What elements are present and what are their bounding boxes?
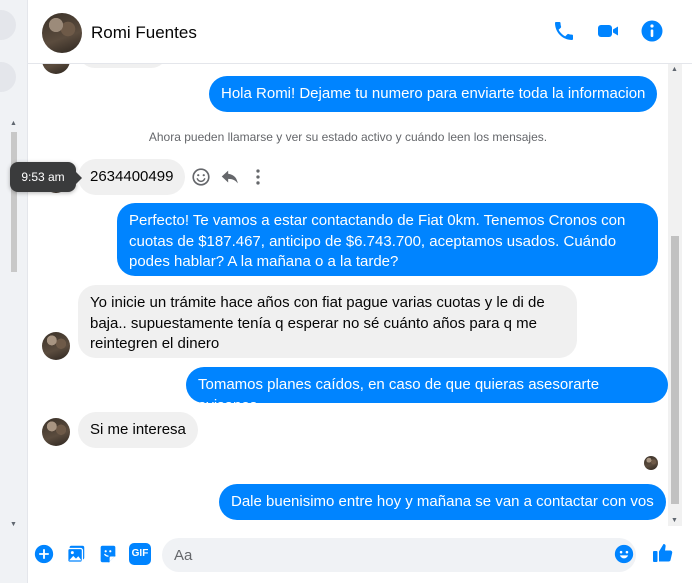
system-notice: Ahora pueden llamarse y ver su estado ac… — [148, 130, 548, 144]
background-icon-button[interactable] — [0, 10, 16, 40]
contact-avatar-small — [42, 332, 70, 360]
messenger-window: ▲ ▼ Romi Fuentes Hola Romi! Dejame tu nu… — [0, 0, 692, 583]
info-icon[interactable] — [640, 19, 664, 43]
reply-icon[interactable] — [219, 166, 241, 188]
timestamp-tooltip: 9:53 am — [10, 162, 82, 192]
messages-scrollbar[interactable]: ▲ ▼ — [668, 64, 682, 526]
contact-name[interactable]: Romi Fuentes — [91, 23, 197, 43]
background-page-strip: ▲ ▼ — [0, 0, 28, 583]
scroll-down-arrow-icon[interactable]: ▼ — [10, 521, 17, 528]
plus-circle-icon[interactable] — [33, 543, 55, 565]
contact-avatar-small — [42, 64, 70, 74]
message-input[interactable] — [162, 538, 636, 572]
message-composer: GIF — [28, 528, 692, 583]
scroll-up-arrow-icon[interactable]: ▲ — [10, 120, 17, 127]
message-bubble-outgoing[interactable]: Dale buenisimo entre hoy y mañana se van… — [219, 484, 666, 520]
sticker-icon[interactable] — [97, 543, 119, 565]
message-bubble-incoming[interactable]: 2634400499 — [78, 159, 186, 195]
message-bubble-outgoing[interactable]: Hola Romi! Dejame tu numero para enviart… — [209, 76, 658, 112]
like-icon[interactable] — [651, 541, 675, 565]
gallery-icon[interactable] — [65, 543, 87, 565]
message-bubble-clipped — [78, 64, 168, 68]
scroll-up-arrow-icon[interactable]: ▲ — [671, 66, 678, 73]
message-list[interactable]: Hola Romi! Dejame tu numero para enviart… — [28, 64, 668, 526]
contact-avatar-small — [42, 418, 70, 446]
read-receipt-avatar — [644, 456, 658, 470]
page-scrollbar-thumb[interactable] — [11, 132, 17, 272]
message-bubble-outgoing[interactable]: Perfecto! Te vamos a estar contactando d… — [117, 203, 658, 276]
scroll-down-arrow-icon[interactable]: ▼ — [671, 517, 678, 524]
conversation-header: Romi Fuentes — [28, 0, 692, 64]
gif-icon[interactable]: GIF — [129, 543, 151, 565]
messages-scrollbar-thumb[interactable] — [671, 236, 679, 504]
more-options-icon[interactable] — [247, 166, 269, 188]
react-emoji-icon[interactable] — [190, 166, 212, 188]
emoji-icon[interactable] — [613, 543, 635, 565]
contact-avatar[interactable] — [42, 13, 82, 53]
message-bubble-outgoing[interactable]: Tomamos planes caídos, en caso de que qu… — [186, 367, 668, 414]
phone-icon[interactable] — [552, 19, 576, 43]
message-bubble-incoming[interactable]: Si me interesa — [78, 412, 198, 448]
video-call-icon[interactable] — [596, 19, 620, 43]
background-icon-button[interactable] — [0, 62, 16, 92]
message-bubble-incoming[interactable]: Yo inicie un trámite hace años con fiat … — [78, 285, 577, 358]
